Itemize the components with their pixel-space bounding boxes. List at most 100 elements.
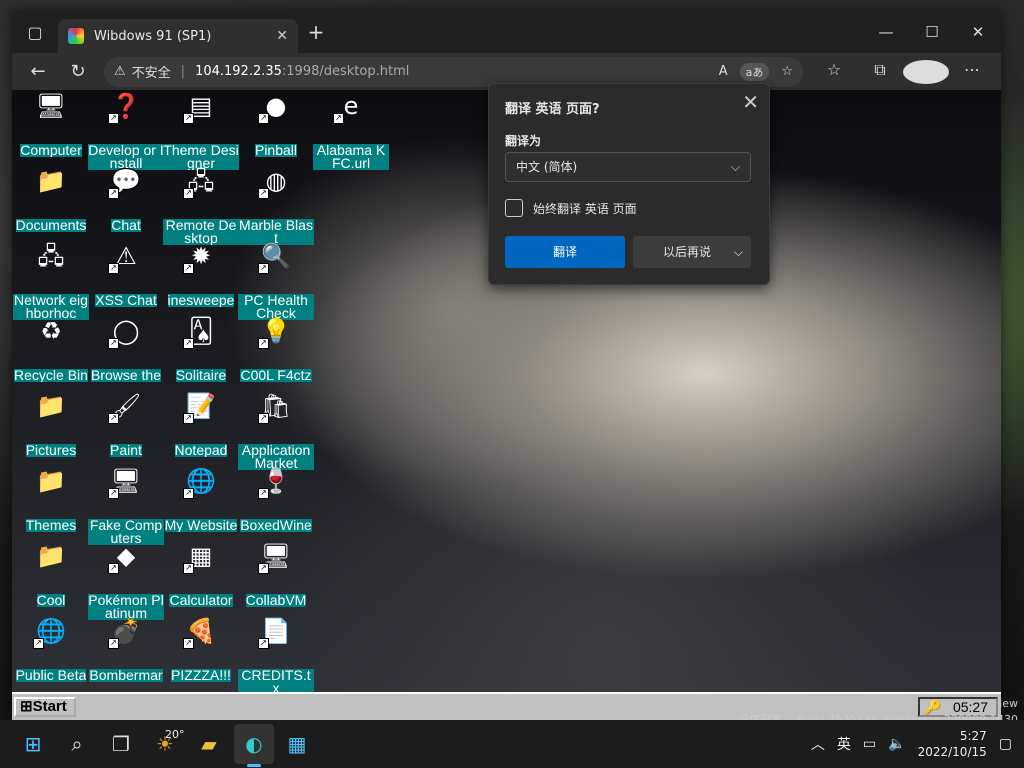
desktop-icon[interactable]: 📁 Documents: [13, 165, 89, 236]
desktop-icon[interactable]: ▦ ↗ Calculator: [163, 540, 239, 611]
desktop-icon[interactable]: 🍕 ↗ PIZZZA!!!: [163, 615, 239, 686]
tab-close-icon[interactable]: ✕: [276, 28, 288, 44]
shortcut-arrow-icon: ↗: [258, 638, 269, 649]
desktop-icon[interactable]: 🌐 ↗ Public Beta: [13, 615, 89, 686]
desktop-icon[interactable]: 🖧 ↗ Remote Desktop: [163, 165, 239, 249]
favorites-icon[interactable]: ☆: [811, 60, 857, 84]
store-icon[interactable]: ▦: [283, 730, 311, 758]
desktop-icon[interactable]: 📄 ↗ CREDITS.tx: [238, 615, 314, 699]
desktop-icon[interactable]: ✹ ↗ inesweepe: [163, 240, 239, 311]
security-label[interactable]: 不安全: [132, 62, 171, 81]
clock-date: 2022/10/15: [917, 745, 987, 759]
read-aloud-icon[interactable]: A: [719, 64, 728, 79]
start-button[interactable]: ⊞Start: [14, 697, 76, 717]
desktop-icon[interactable]: ● ↗ Pinball: [238, 90, 314, 161]
windows-start-icon[interactable]: ⊞: [19, 730, 47, 758]
desktop-icon[interactable]: 📁 Pictures: [13, 390, 89, 461]
close-icon[interactable]: ✕: [742, 90, 759, 114]
desktop-icon[interactable]: 🖥 ↗ CollabVM: [238, 540, 314, 611]
globe-icon: 🌐 ↗: [183, 465, 217, 499]
volume-icon[interactable]: 🔈: [888, 736, 905, 752]
chevron-up-icon[interactable]: ︿: [811, 734, 825, 754]
desktop-icon[interactable]: 🛍 ↗ Application Market: [238, 390, 314, 474]
maximize-button[interactable]: ☐: [909, 23, 955, 41]
profile-button[interactable]: [903, 59, 949, 84]
network-icon[interactable]: ▭: [863, 736, 876, 752]
weather-temp: 20°: [165, 728, 185, 741]
collections-icon[interactable]: ⧉: [857, 60, 903, 84]
not-now-label: 以后再说: [663, 245, 712, 259]
file-explorer-icon[interactable]: ▰: [195, 730, 223, 758]
edge-icon[interactable]: ◐: [240, 730, 268, 758]
desktop-icon-label: Browse the: [90, 369, 162, 382]
desktop-icon[interactable]: 📁 Themes: [13, 465, 89, 536]
paint-icon: 🖌 ↗: [108, 390, 142, 424]
desktop-icon[interactable]: ◍ ↗ Marble Blast: [238, 165, 314, 249]
desktop-icon[interactable]: 🖌 ↗ Paint: [88, 390, 164, 461]
add-favorite-icon[interactable]: ☆: [781, 64, 793, 79]
desktop-icon[interactable]: 🂡 ↗ Solitaire: [163, 315, 239, 386]
refresh-button[interactable]: ↻: [58, 61, 98, 82]
close-window-button[interactable]: ✕: [955, 23, 1001, 41]
shortcut-arrow-icon: ↗: [183, 188, 194, 199]
desktop-icon[interactable]: ◯ ↗ Browse the: [88, 315, 164, 386]
desktop-icon[interactable]: 🔍 ↗ PC Health Check: [238, 240, 314, 324]
task-view-icon[interactable]: ❐: [107, 730, 135, 758]
always-translate-checkbox[interactable]: [505, 199, 523, 217]
desktop-icon[interactable]: 📝 ↗ Notepad: [163, 390, 239, 461]
language-select[interactable]: 中文 (简体) ⌵: [505, 152, 751, 182]
boxedwine-icon: 🍷 ↗: [258, 465, 292, 499]
ime-indicator[interactable]: 英: [837, 734, 851, 754]
avatar: [903, 59, 949, 84]
minimize-button[interactable]: —: [863, 23, 909, 41]
desktop-icon-label: Calculator: [169, 594, 233, 607]
desktop-icon[interactable]: 💬 ↗ Chat: [88, 165, 164, 236]
more-menu-icon[interactable]: ⋯: [949, 60, 995, 84]
address-bar[interactable]: ⚠ 不安全 | 104.192.2.35:1998/desktop.html A…: [104, 56, 803, 87]
ie-url-icon: e ↗: [333, 90, 367, 124]
desktop-icon-label: CollabVM: [245, 594, 307, 607]
desktop-icon[interactable]: ◆ ↗ Pokémon Platinum: [88, 540, 164, 624]
desktop-icon[interactable]: 🖥 ↗ Fake Computers: [88, 465, 164, 549]
new-tab-button[interactable]: +: [298, 20, 334, 44]
back-button[interactable]: ←: [18, 61, 58, 82]
desktop-icon[interactable]: ♻ Recycle Bin: [13, 315, 89, 386]
desktop-icon[interactable]: 🍷 ↗ BoxedWine: [238, 465, 314, 536]
desktop-icon-label: Pictures: [25, 444, 77, 457]
desktop-icon[interactable]: e ↗ Alabama KFC.url: [313, 90, 389, 174]
desktop-icon[interactable]: 📁 Cool: [13, 540, 89, 611]
translate-button[interactable]: 翻译: [505, 236, 625, 268]
desktop-icon[interactable]: 💡 ↗ C00L F4ctz: [238, 315, 314, 386]
chevron-down-icon[interactable]: ⌵: [734, 236, 743, 268]
shortcut-arrow-icon: ↗: [183, 563, 194, 574]
desktop-icon[interactable]: ⚠ ↗ XSS Chat: [88, 240, 164, 311]
tab-actions-icon[interactable]: ▢: [12, 23, 58, 42]
translate-to-label: 翻译为: [505, 134, 542, 148]
pizza-icon: 🍕 ↗: [183, 615, 217, 649]
url-host: 104.192.2.35: [195, 64, 282, 79]
search-icon[interactable]: ⌕: [63, 730, 91, 758]
desktop-icon[interactable]: 🖧 Network eighborhoc: [13, 240, 89, 324]
shortcut-arrow-icon: ↗: [183, 338, 194, 349]
tab-favicon-icon: [68, 28, 84, 44]
not-now-button[interactable]: 以后再说 ⌵: [633, 236, 751, 268]
notification-icon[interactable]: ▢: [999, 736, 1012, 752]
address-divider: |: [180, 64, 186, 79]
clock[interactable]: 5:27 2022/10/15: [918, 728, 987, 760]
system-tray: ︿ 英 ▭ 🔈 5:27 2022/10/15 ▢: [811, 720, 1024, 768]
translate-title: 翻译 英语 页面?: [505, 102, 600, 117]
bomberman-icon: 💣 ↗: [108, 615, 142, 649]
always-translate-label: 始终翻译 英语 页面: [533, 202, 637, 216]
active-app-indicator: [247, 764, 261, 767]
browser-tab[interactable]: Wibdows 91 (SP1) ✕: [58, 19, 298, 53]
desktop-icon[interactable]: 🖥 Computer: [13, 90, 89, 161]
desktop-icon[interactable]: 💣 ↗ Bombermar: [88, 615, 164, 686]
translate-icon[interactable]: aあ: [739, 62, 770, 81]
desktop-icon[interactable]: 🌐 ↗ My Website: [163, 465, 239, 536]
chevron-down-icon: ⌵: [730, 160, 740, 174]
desktop-icon[interactable]: ▤ ↗ Theme Designer: [163, 90, 239, 174]
notepad-icon: 📝 ↗: [183, 390, 217, 424]
windows-taskbar: ⊞ ⌕ ❐ ☀ 20° ▰ ◐ ▦ ︿ 英 ▭ 🔈 5:27 2022/10/1…: [0, 720, 1024, 768]
desktop-icon[interactable]: ❓ ↗ Develop or Install: [88, 90, 164, 174]
folder-icon: 📁: [36, 392, 66, 420]
